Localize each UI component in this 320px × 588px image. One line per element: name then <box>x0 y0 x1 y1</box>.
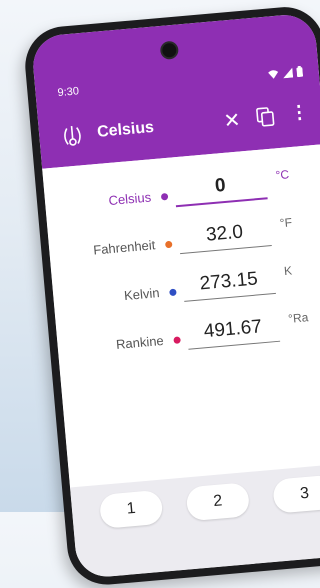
unit-label: Rankine <box>115 332 165 352</box>
key-3[interactable]: 3 <box>272 474 320 514</box>
signal-icon <box>283 67 294 78</box>
status-time: 9:30 <box>57 85 80 100</box>
unit-color-dot <box>160 192 169 201</box>
copy-icon[interactable] <box>256 106 276 127</box>
unit-symbol: °F <box>279 215 293 231</box>
key-2[interactable]: 2 <box>185 482 251 522</box>
unit-label: Fahrenheit <box>92 237 156 258</box>
unit-label: Kelvin <box>123 285 161 304</box>
wifi-icon <box>268 69 279 79</box>
fahrenheit-input[interactable]: 32.0 <box>180 219 270 249</box>
kelvin-input[interactable]: 273.15 <box>184 267 274 297</box>
converter-list: Celsius 0 °C Fahrenheit 32.0 °F Kelvin 2… <box>42 144 320 488</box>
front-camera <box>161 42 177 58</box>
more-options-icon[interactable]: ⋮ <box>289 101 309 123</box>
thermometer-logo-icon <box>64 125 81 146</box>
page-title: Celsius <box>96 118 155 141</box>
app-header: 9:30 Celsius ✕ ⋮ <box>30 12 320 169</box>
key-1[interactable]: 1 <box>98 489 164 529</box>
close-icon[interactable]: ✕ <box>223 107 242 133</box>
unit-color-dot <box>164 240 173 249</box>
unit-color-dot <box>173 336 181 344</box>
unit-symbol: °C <box>275 167 290 183</box>
unit-symbol: K <box>283 263 293 279</box>
battery-icon <box>296 65 304 78</box>
rankine-input[interactable]: 491.67 <box>188 315 278 345</box>
phone-frame: 9:30 Celsius ✕ ⋮ Celsius 0 °C Fahrenheit… <box>22 3 320 588</box>
unit-symbol: °Ra <box>287 310 309 326</box>
celsius-input[interactable]: 0 <box>176 172 266 202</box>
status-icons <box>267 65 304 80</box>
unit-color-dot <box>169 288 177 297</box>
unit-label: Celsius <box>107 189 152 209</box>
app-screen: 9:30 Celsius ✕ ⋮ Celsius 0 °C Fahrenheit… <box>30 12 320 580</box>
